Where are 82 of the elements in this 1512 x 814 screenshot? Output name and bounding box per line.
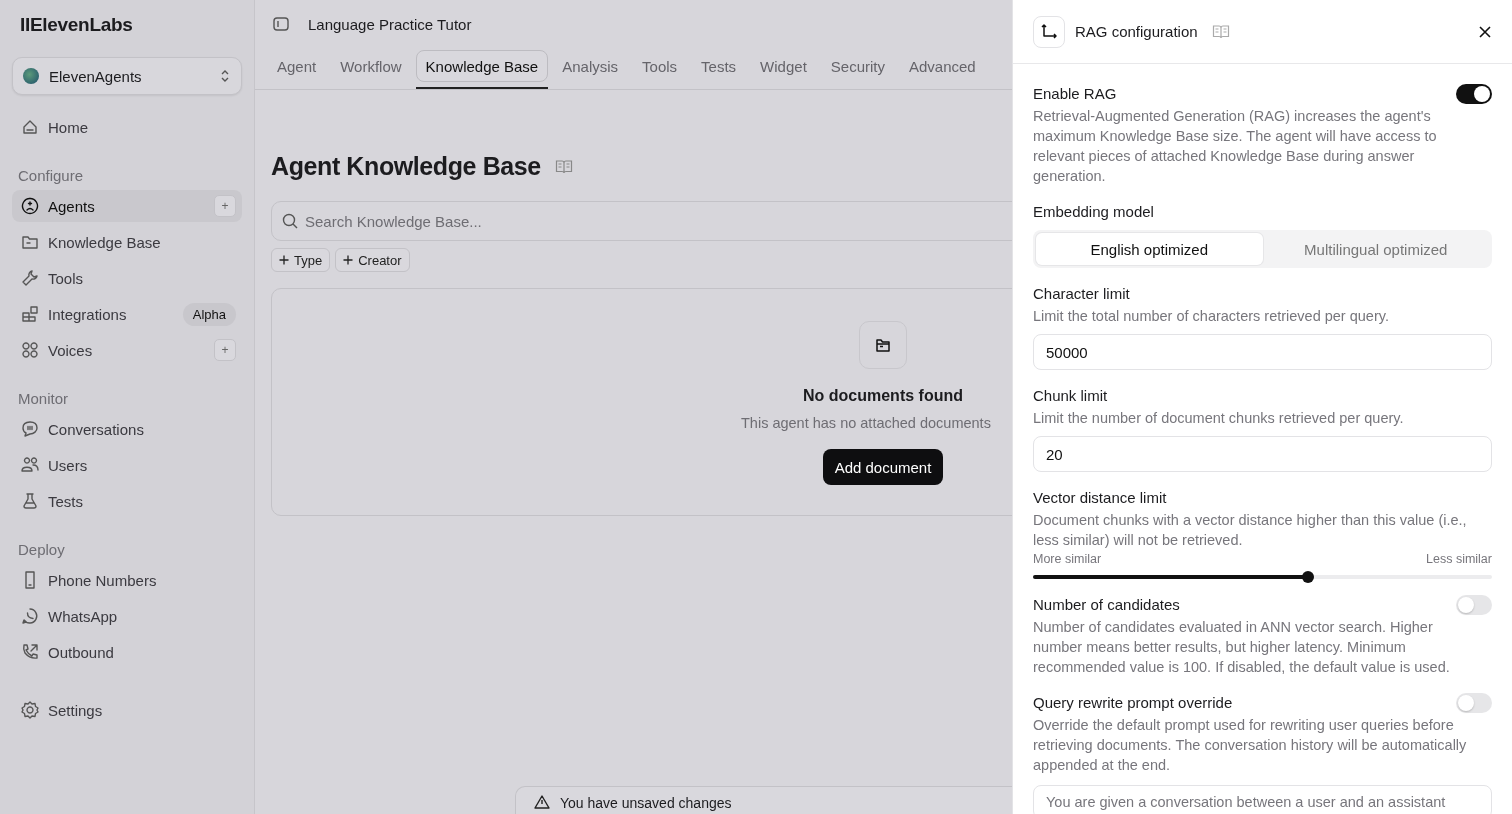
sidebar-item[interactable]: WhatsApp (12, 600, 242, 632)
sidebar-item[interactable]: Tests (12, 485, 242, 517)
axis-arrows-icon (1033, 15, 1065, 48)
filter-button[interactable]: Type (271, 248, 331, 272)
workspace-selector[interactable]: ElevenAgents (12, 57, 242, 95)
sidebar-toggle-icon[interactable] (272, 15, 290, 33)
wrench-icon (20, 268, 40, 288)
number-field[interactable]: 20 (1033, 436, 1492, 472)
unsaved-changes-text: You have unsaved changes (560, 795, 732, 812)
setting-description: Number of candidates evaluated in ANN vector search. Higher number means better results, but higher latency. Minimum recommended value is 100. If disabled, the default value is used. (1033, 618, 1451, 677)
setting-label: Query rewrite prompt override (1033, 693, 1233, 713)
section-heading: Configure (17, 166, 85, 186)
warning-icon (534, 795, 550, 809)
users-icon (20, 455, 40, 475)
sidebar-item[interactable]: Outbound (12, 636, 242, 668)
add-button[interactable]: + (214, 195, 236, 217)
section-heading: Monitor (17, 389, 70, 409)
setting-description: Limit the total number of characters retrieved per query. (1033, 307, 1390, 326)
settings-icon (20, 700, 40, 720)
face-icon (20, 196, 40, 216)
sidebar-item[interactable]: Knowledge Base (12, 226, 242, 258)
number-field[interactable]: 50000 (1033, 334, 1492, 370)
toggle-switch[interactable] (1456, 84, 1492, 104)
tab[interactable]: Advanced (899, 48, 986, 89)
chat-icon (20, 419, 40, 439)
chevron-up-down-icon (219, 68, 231, 84)
plus-icon (343, 255, 354, 265)
slider-thumb[interactable] (1302, 571, 1315, 583)
sidebar-item[interactable]: Phone Numbers (12, 564, 242, 596)
setting-label: Chunk limit (1033, 386, 1109, 406)
sidebar-item[interactable]: Voices + (12, 334, 242, 366)
section-heading: Deploy (17, 540, 66, 560)
sidebar-item[interactable]: Home (12, 111, 242, 143)
tab[interactable]: Widget (750, 48, 817, 89)
tab[interactable]: Analysis (552, 48, 629, 89)
tab[interactable]: Security (820, 48, 895, 89)
prompt-field[interactable]: You are given a conversation between a user and an assistant (1033, 785, 1492, 814)
blocks-icon (20, 304, 40, 324)
segment-option[interactable]: English optimized (1036, 233, 1263, 265)
empty-state-description: This agent has no attached documents (741, 415, 991, 431)
segment-option[interactable]: Multilingual optimized (1262, 233, 1489, 265)
page-title: Agent Knowledge Base (271, 152, 541, 181)
empty-state-title: No documents found (803, 387, 963, 405)
toggle-switch[interactable] (1456, 595, 1492, 615)
workspace-avatar-icon (23, 68, 39, 84)
call-icon (20, 642, 40, 662)
logo: IIElevenLabs (20, 14, 134, 37)
search-icon (281, 212, 299, 230)
tab[interactable]: Agent (267, 48, 327, 89)
add-document-button[interactable]: Add document (822, 449, 944, 485)
sidebar-item[interactable]: Integrations Alpha (12, 298, 242, 330)
agent-title: Language Practice Tutor (308, 15, 472, 33)
add-button[interactable]: + (214, 339, 236, 361)
sidebar-item[interactable]: Users (12, 449, 242, 481)
setting-description: Retrieval-Augmented Generation (RAG) increases the agent's maximum Knowledge Base size. The agent will have access to relevant pieces of attached Knowledge Base during answer generation. (1033, 107, 1438, 186)
setting-label: Vector distance limit (1033, 488, 1168, 508)
tab[interactable]: Tools (632, 48, 688, 89)
plus-icon (279, 255, 289, 265)
panel-title: RAG configuration (1075, 23, 1198, 40)
setting-description: Document chunks with a vector distance higher than this value (i.e., less similar) will not be retrieved. (1033, 511, 1468, 550)
close-icon[interactable] (1478, 24, 1492, 39)
flask-icon (20, 491, 40, 511)
tab[interactable]: Tests (691, 48, 747, 89)
setting-label: Enable RAG (1033, 84, 1117, 104)
folder-icon (859, 321, 907, 369)
slider-max-label: Less similar (1426, 552, 1492, 566)
setting-label: Number of candidates (1033, 595, 1180, 615)
setting-description: Override the default prompt used for rewriting user queries before retrieving documents. The conversation history will be automatically appended at the end. (1033, 716, 1468, 775)
alpha-badge: Alpha (182, 302, 236, 326)
setting-label: Character limit (1033, 284, 1131, 304)
toggle-switch[interactable] (1456, 693, 1492, 713)
tab[interactable]: Workflow (330, 48, 412, 89)
sidebar-item[interactable]: Settings (12, 694, 242, 726)
slider-min-label: More similar (1033, 552, 1102, 566)
filter-button[interactable]: Creator (335, 248, 410, 272)
sidebar-item[interactable]: Tools (12, 262, 242, 294)
setting-label: Embedding model (1033, 202, 1155, 222)
circles-icon (20, 340, 40, 360)
sidebar-item[interactable]: Conversations (12, 413, 242, 445)
setting-description: Limit the number of document chunks retrieved per query. (1033, 409, 1405, 428)
sidebar-item[interactable]: Agents + (12, 190, 242, 222)
search-field[interactable]: Search Knowledge Base... (271, 201, 1012, 241)
